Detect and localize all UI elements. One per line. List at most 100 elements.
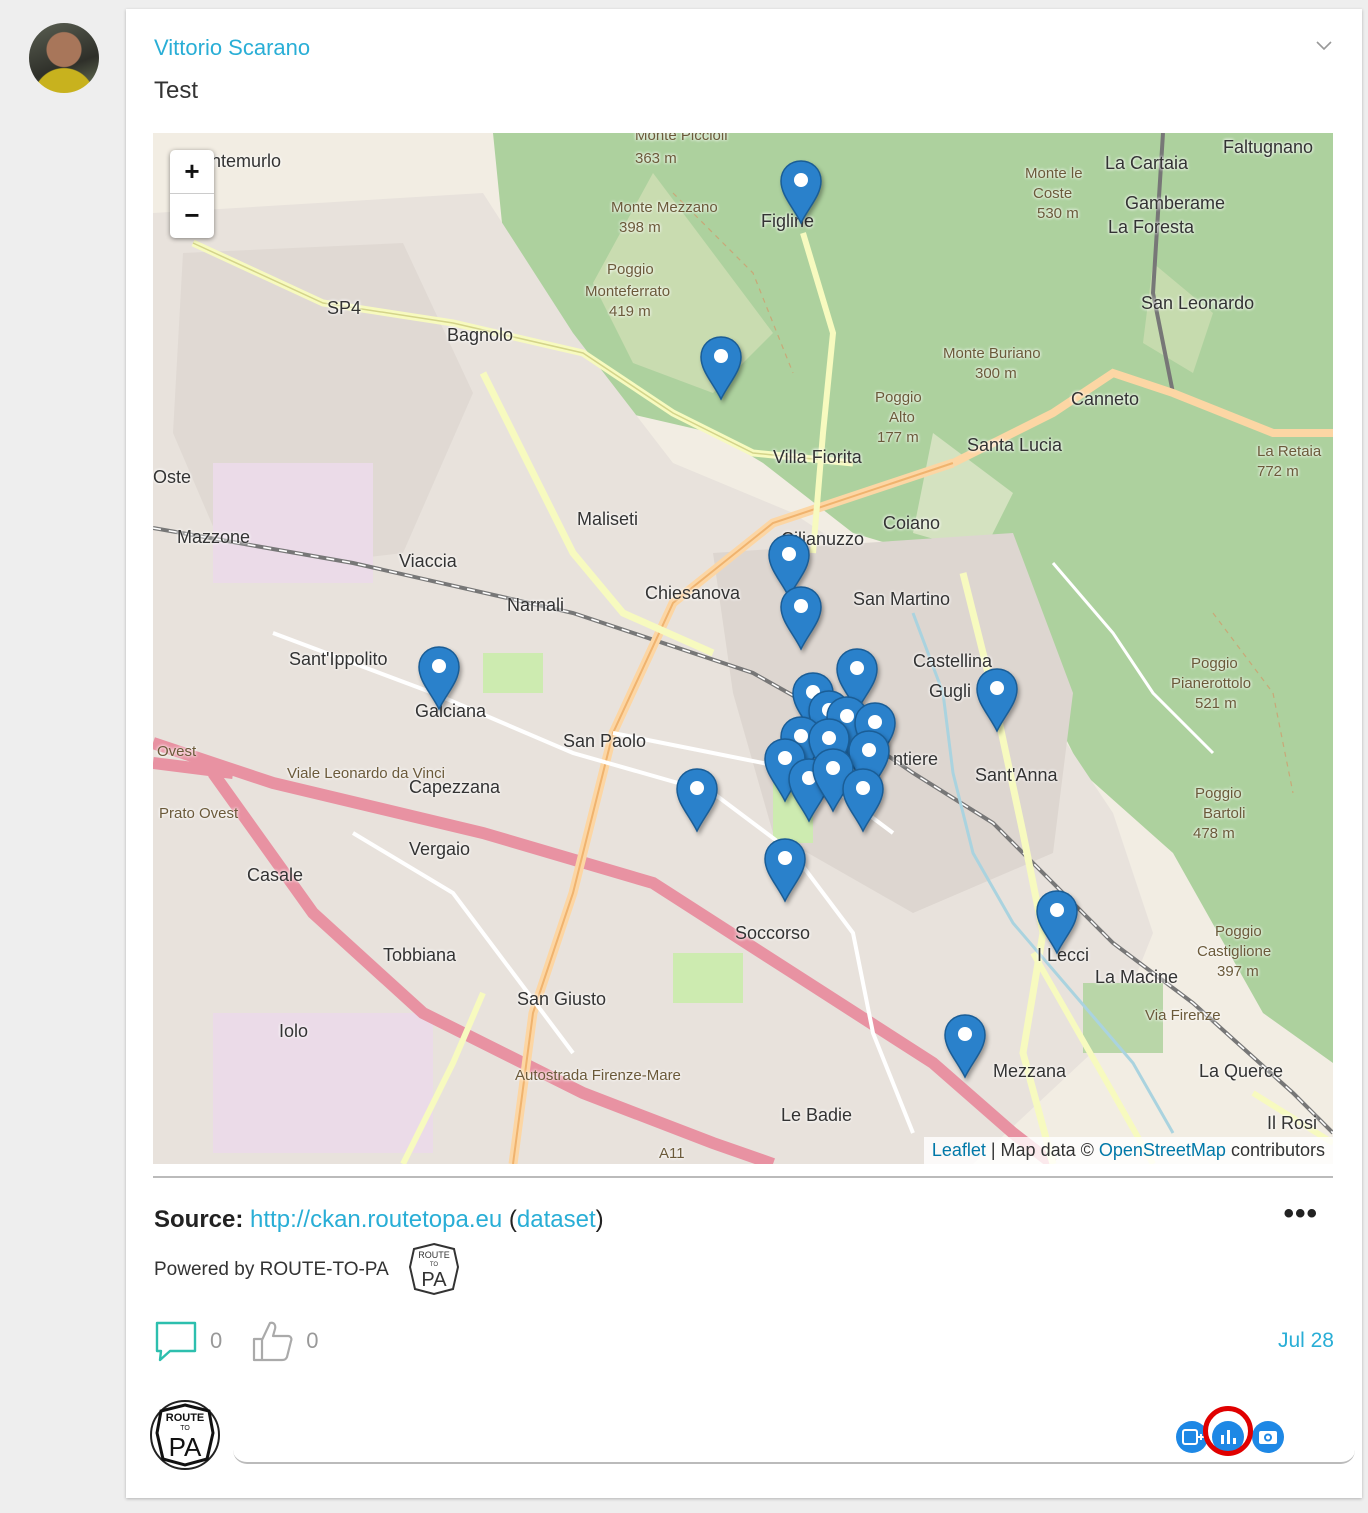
- post-text: Test: [154, 77, 199, 104]
- map-place-label: 397 m: [1217, 963, 1259, 980]
- map-place-label: 521 m: [1195, 695, 1237, 712]
- map-place-label: Poggio: [1195, 785, 1242, 802]
- author-name-link[interactable]: Vittorio Scarano: [154, 35, 310, 61]
- comments-count: 0: [210, 1328, 223, 1353]
- map-place-label: La Cartaia: [1105, 153, 1189, 173]
- map-marker-icon[interactable]: [975, 667, 1019, 733]
- map-place-label: Via Firenze: [1145, 1007, 1221, 1024]
- map-place-label: 419 m: [609, 303, 651, 320]
- map-place-label: Vergaio: [409, 839, 471, 859]
- map-place-label: A11: [659, 1145, 685, 1162]
- map-place-label: 772 m: [1257, 463, 1299, 480]
- map-place-label: La Macine: [1095, 967, 1179, 987]
- map-place-label: Capezzana: [409, 777, 501, 797]
- avatar-logo-to-text: TO: [180, 1425, 190, 1432]
- map-place-label: Bartoli: [1203, 805, 1246, 822]
- zoom-in-button[interactable]: +: [170, 150, 214, 194]
- map-place-label: Tobbiana: [383, 945, 457, 965]
- comment-icon[interactable]: [154, 1319, 198, 1363]
- map-attribution: Leaflet | Map data © OpenStreetMap contr…: [923, 1137, 1333, 1164]
- map-place-label: Maliseti: [577, 509, 639, 529]
- map-place-label: ntemurlo: [211, 151, 282, 171]
- map-place-label: Castiglione: [1197, 943, 1272, 960]
- route-to-pa-logo: ROUTE TO PA: [408, 1242, 460, 1296]
- map-place-label: Ovest: [157, 743, 197, 760]
- map-marker-icon[interactable]: [1035, 889, 1079, 955]
- map-place-label: Autostrada Firenze-Mare: [515, 1067, 681, 1084]
- map-place-label: 300 m: [975, 365, 1017, 382]
- map-place-label: Poggio: [875, 389, 922, 406]
- map-view[interactable]: Monte Piccioli 363 m ntemurlo Monte Mezzano…: [153, 133, 1333, 1164]
- map-place-label: Gugli: [929, 681, 972, 701]
- map-place-label: Canneto: [1071, 389, 1140, 409]
- map-place-label: Poggio: [607, 261, 654, 278]
- map-place-label: Mezzana: [993, 1061, 1067, 1081]
- map-place-label: Monteferrato: [585, 283, 671, 300]
- openstreetmap-link[interactable]: OpenStreetMap: [1099, 1140, 1226, 1160]
- attribution-separator: | Map data ©: [985, 1140, 1099, 1160]
- map-place-label: Poggio: [1215, 923, 1262, 940]
- commenter-avatar-route-to-pa: ROUTE TO PA: [150, 1400, 220, 1470]
- map-place-label: Iolo: [279, 1021, 309, 1041]
- map-place-label: Sant'Ippolito: [289, 649, 388, 669]
- source-url-link[interactable]: http://ckan.routetopa.eu: [250, 1206, 502, 1233]
- map-place-label: 478 m: [1193, 825, 1235, 842]
- dataset-link[interactable]: dataset: [517, 1206, 596, 1233]
- map-place-label: Monte Mezzano: [611, 199, 718, 216]
- zoom-control: + −: [170, 150, 214, 238]
- map-place-label: Coiano: [883, 513, 941, 533]
- avatar-logo-route-text: ROUTE: [166, 1412, 205, 1424]
- chevron-down-icon[interactable]: [1316, 37, 1332, 53]
- map-place-label: San Giusto: [517, 989, 607, 1009]
- map-place-label: Il Rosi: [1267, 1113, 1318, 1133]
- map-place-label: Casale: [247, 865, 304, 885]
- divider: [153, 1176, 1333, 1178]
- map-place-label: Alto: [889, 409, 915, 426]
- map-marker-icon[interactable]: [943, 1013, 987, 1079]
- add-photo-button[interactable]: [1252, 1421, 1284, 1453]
- like-thumb-icon[interactable]: [250, 1319, 294, 1363]
- map-place-label: San Leonardo: [1141, 293, 1255, 313]
- logo-to-text: TO: [430, 1262, 439, 1268]
- source-paren-close: ): [595, 1206, 604, 1233]
- source-line: Source: http://ckan.routetopa.eu (datase…: [154, 1206, 604, 1234]
- map-marker-icon[interactable]: [779, 159, 823, 225]
- avatar-logo-pa-text: PA: [169, 1432, 202, 1462]
- map-marker-icon[interactable]: [779, 585, 823, 651]
- zoom-out-button[interactable]: −: [170, 194, 214, 237]
- map-place-label: Monte le: [1025, 165, 1083, 182]
- map-place-label: Bagnolo: [447, 325, 514, 345]
- map-marker-icon[interactable]: [763, 837, 807, 903]
- map-marker-icon[interactable]: [699, 335, 743, 401]
- map-place-label: 177 m: [877, 429, 919, 446]
- map-place-label: La Foresta: [1108, 217, 1195, 237]
- post-card: Vittorio Scarano Test Monte Piccioli 363…: [126, 9, 1362, 1498]
- logo-route-text: ROUTE: [418, 1250, 450, 1260]
- powered-by-text: Powered by ROUTE-TO-PA: [154, 1259, 389, 1280]
- map-marker-icon[interactable]: [675, 767, 719, 833]
- attribution-suffix: contributors: [1225, 1140, 1325, 1160]
- camera-icon: [1259, 1431, 1277, 1444]
- map-place-label: Soccorso: [735, 923, 811, 943]
- map-place-label: Viaccia: [399, 551, 457, 571]
- map-place-label: Faltugnano: [1223, 137, 1314, 157]
- map-place-label: Narnali: [507, 595, 565, 615]
- more-options-button[interactable]: •••: [1283, 1197, 1318, 1231]
- post-actions: 0 0: [154, 1319, 347, 1363]
- author-avatar[interactable]: [29, 23, 99, 93]
- source-paren-open: (: [502, 1206, 517, 1233]
- likes-count: 0: [306, 1328, 319, 1353]
- leaflet-link[interactable]: Leaflet: [932, 1140, 986, 1160]
- map-marker-icon[interactable]: [417, 645, 461, 711]
- map-place-label: Mazzone: [177, 527, 251, 547]
- map-place-label: ntiere: [893, 749, 939, 769]
- map-place-label: Chiesanova: [645, 583, 741, 603]
- map-place-label: Gamberame: [1125, 193, 1226, 213]
- map-place-label: Le Badie: [781, 1105, 853, 1125]
- map-place-label: 363 m: [635, 150, 677, 167]
- map-place-label: San Martino: [853, 589, 951, 609]
- post-date[interactable]: Jul 28: [1278, 1329, 1334, 1353]
- map-place-label: Monte Piccioli: [635, 133, 728, 144]
- map-place-label: Monte Buriano: [943, 345, 1041, 362]
- map-marker-icon[interactable]: [841, 767, 885, 833]
